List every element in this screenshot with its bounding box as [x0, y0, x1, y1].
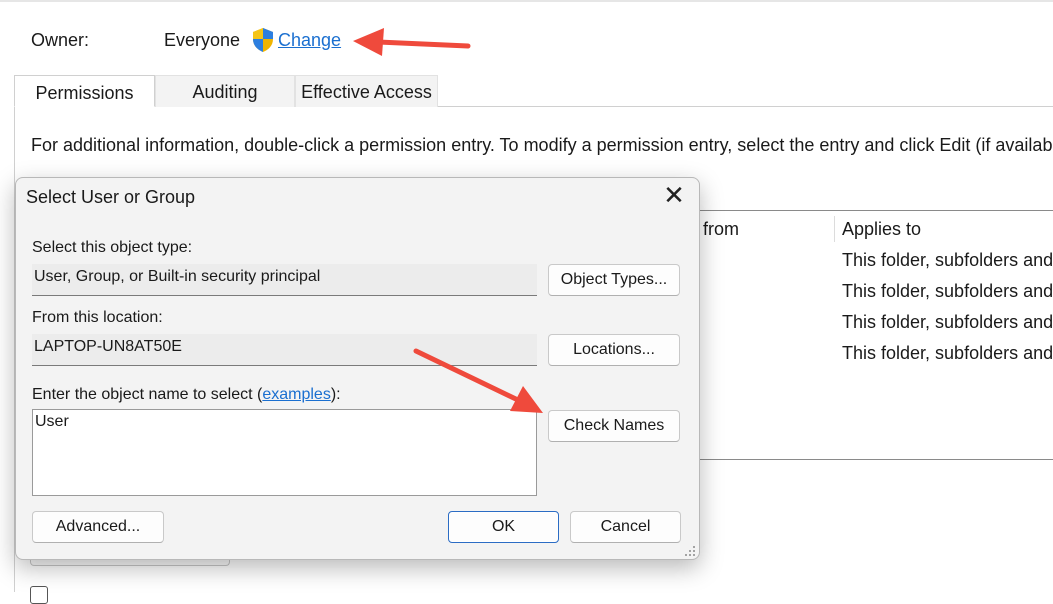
dialog-title: Select User or Group — [26, 187, 196, 207]
ok-button[interactable]: OK — [448, 511, 559, 543]
object-types-button[interactable]: Object Types... — [548, 264, 680, 296]
owner-label: Owner: — [31, 30, 90, 50]
select-user-or-group-dialog — [15, 177, 700, 560]
advanced-button[interactable]: Advanced... — [32, 511, 164, 543]
object-type-field: User, Group, or Built-in security princi… — [32, 264, 537, 296]
cancel-button[interactable]: Cancel — [570, 511, 681, 543]
tab-auditing[interactable]: Auditing — [155, 75, 295, 107]
permissions-info-text: For additional information, double-click… — [31, 135, 1053, 155]
close-icon[interactable]: ✕ — [662, 182, 686, 209]
resize-grip-icon[interactable] — [684, 545, 696, 557]
locations-button[interactable]: Locations... — [548, 334, 680, 366]
object-name-label: Enter the object name to select (example… — [32, 386, 341, 404]
replace-entries-checkbox[interactable] — [30, 586, 48, 604]
window-top-border — [0, 0, 1053, 2]
tab-permissions[interactable]: Permissions — [14, 75, 155, 107]
list-item-applies-to[interactable]: This folder, subfolders and — [842, 250, 1053, 271]
arrow-to-change-link-icon — [353, 28, 471, 56]
column-header-inherited-from[interactable]: from — [703, 219, 739, 240]
object-name-label-text: Enter the object name to select ( — [32, 386, 263, 403]
uac-shield-icon — [253, 28, 273, 52]
list-item-applies-to[interactable]: This folder, subfolders and — [842, 343, 1053, 364]
check-names-button[interactable]: Check Names — [548, 410, 680, 442]
owner-value: Everyone — [164, 30, 241, 50]
location-field: LAPTOP-UN8AT50E — [32, 334, 537, 366]
location-label: From this location: — [32, 309, 163, 326]
list-item-applies-to[interactable]: This folder, subfolders and — [842, 312, 1053, 333]
object-type-label: Select this object type: — [32, 239, 193, 256]
column-header-applies-to[interactable]: Applies to — [842, 219, 921, 240]
column-separator[interactable] — [834, 216, 835, 242]
tab-effective-access[interactable]: Effective Access — [295, 75, 438, 107]
object-name-label-suffix: ): — [330, 386, 341, 403]
examples-link[interactable]: examples — [262, 386, 330, 403]
object-name-input[interactable]: User — [32, 409, 537, 496]
change-owner-link[interactable]: Change — [278, 30, 341, 51]
list-item-applies-to[interactable]: This folder, subfolders and — [842, 281, 1053, 302]
